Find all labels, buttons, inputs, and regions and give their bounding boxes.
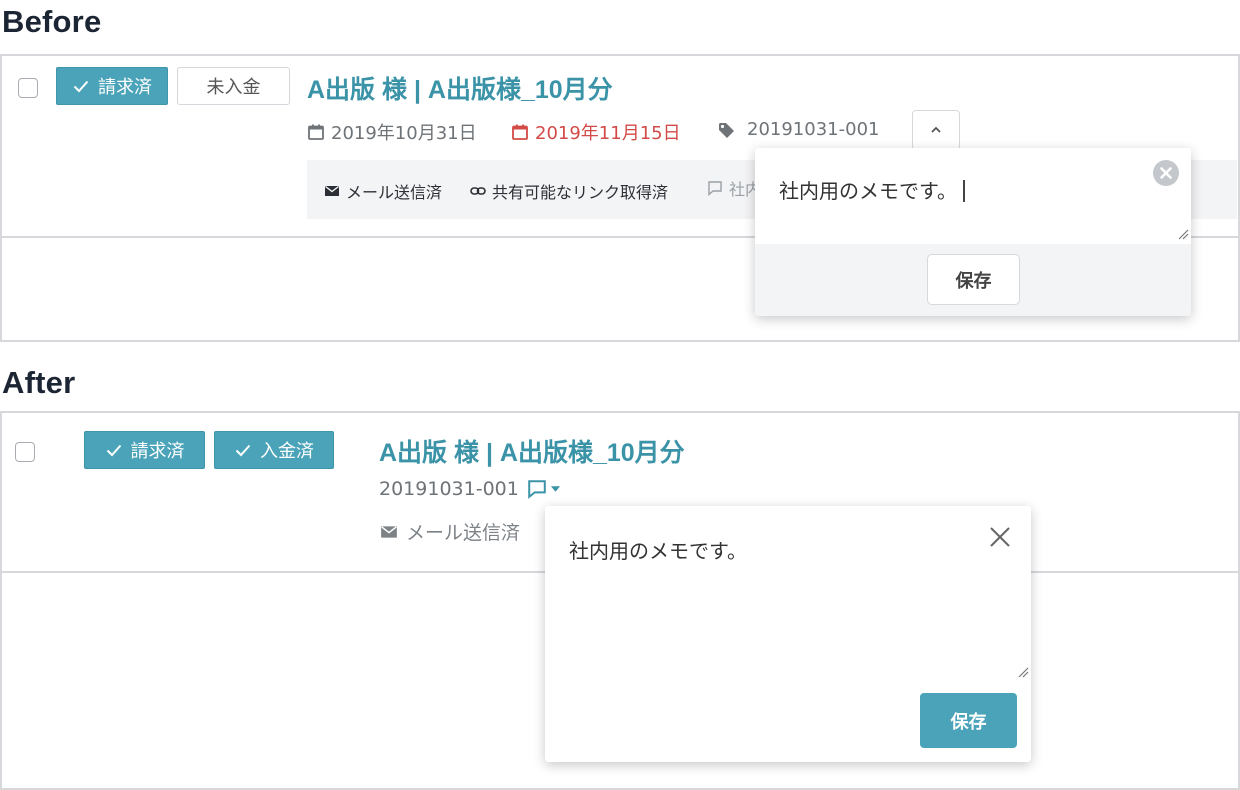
caret-down-icon: [550, 486, 560, 492]
before-doc-number: 20191031-001: [717, 119, 879, 140]
after-save-button[interactable]: 保存: [920, 693, 1017, 748]
after-row-checkbox[interactable]: [15, 442, 35, 462]
close-icon[interactable]: [989, 526, 1011, 548]
after-memo-textarea[interactable]: 社内用のメモです。: [569, 535, 747, 564]
before-link-status: 共有可能なリンク取得済: [470, 179, 668, 203]
calendar-icon: [308, 124, 324, 140]
after-memo-toggle[interactable]: [527, 479, 561, 499]
close-circle-icon[interactable]: [1152, 159, 1180, 187]
before-invoice-title[interactable]: A出版 様 | A出版様_10月分: [307, 70, 613, 106]
before-mail-status: メール送信済: [324, 179, 442, 203]
before-issue-date: 2019年10月31日: [307, 119, 477, 145]
before-collapse-button[interactable]: [912, 110, 960, 150]
before-link-status-text: 共有可能なリンク取得済: [492, 183, 669, 202]
before-issue-date-text: 2019年10月31日: [331, 123, 477, 144]
after-doc-number: 20191031-001: [379, 478, 561, 500]
before-due-date-text: 2019年11月15日: [535, 123, 681, 144]
after-heading: After: [2, 365, 76, 400]
after-payment-label: 入金済: [260, 441, 314, 462]
link-icon: [470, 187, 486, 195]
calendar-icon: [512, 124, 528, 140]
before-heading: Before: [2, 4, 102, 39]
before-due-date: 2019年11月15日: [511, 119, 681, 145]
before-save-button[interactable]: 保存: [927, 254, 1020, 305]
comment-icon: [528, 480, 546, 499]
before-memo-popup: 社内用のメモです。 保存: [755, 148, 1191, 316]
before-mail-status-text: メール送信済: [346, 183, 443, 202]
text-cursor: [963, 180, 965, 202]
before-doc-number-text: 20191031-001: [747, 119, 880, 140]
before-payment-label: 未入金: [206, 77, 261, 98]
chevron-up-icon: [931, 126, 941, 133]
after-memo-popup: 社内用のメモです。 保存: [545, 506, 1031, 762]
mail-icon: [381, 525, 397, 538]
after-mail-status: メール送信済: [380, 518, 520, 545]
comment-icon: [708, 181, 722, 196]
before-billed-badge[interactable]: 請求済: [56, 67, 168, 105]
resize-handle-icon[interactable]: [1017, 666, 1029, 678]
after-billed-badge[interactable]: 請求済: [84, 431, 205, 469]
before-row-checkbox[interactable]: [18, 78, 38, 98]
before-payment-badge[interactable]: 未入金: [177, 67, 290, 105]
after-invoice-title[interactable]: A出版 様 | A出版様_10月分: [379, 433, 685, 469]
check-icon: [235, 444, 251, 457]
tag-icon: [719, 122, 734, 138]
after-payment-badge[interactable]: 入金済: [214, 431, 334, 469]
after-doc-number-text: 20191031-001: [379, 478, 519, 500]
check-icon: [106, 444, 121, 457]
before-memo-text: 社内用のメモです。: [779, 179, 957, 203]
resize-handle-icon[interactable]: [1177, 228, 1189, 240]
after-mail-status-text: メール送信済: [406, 522, 521, 544]
before-memo-status[interactable]: 社内: [707, 176, 761, 200]
after-memo-text: 社内用のメモです。: [569, 539, 747, 563]
after-billed-label: 請求済: [130, 441, 185, 462]
mail-icon: [325, 185, 339, 196]
before-memo-textarea[interactable]: 社内用のメモです。: [779, 175, 965, 204]
before-billed-label: 請求済: [98, 77, 152, 98]
check-icon: [73, 80, 89, 93]
